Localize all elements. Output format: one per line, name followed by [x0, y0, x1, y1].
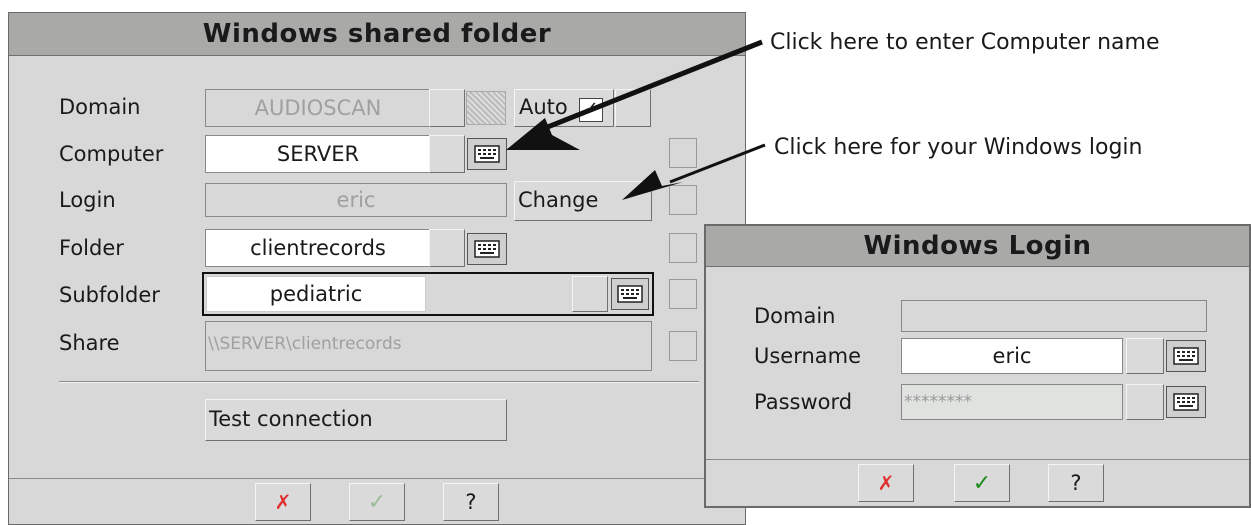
password-label: Password	[754, 390, 853, 414]
subfolder-status-box	[669, 279, 697, 309]
computer-status-box	[669, 138, 697, 168]
username-keyboard-icon[interactable]	[1166, 340, 1206, 372]
cancel-icon: ✗	[877, 471, 895, 495]
login-dialog-footer: ✗ ✓ ?	[706, 459, 1249, 506]
help-icon: ?	[465, 490, 477, 514]
folder-label: Folder	[59, 236, 124, 260]
login-help-button[interactable]: ?	[1048, 464, 1104, 502]
folder-field[interactable]: clientrecords	[205, 229, 431, 267]
login-ok-button[interactable]: ✓	[954, 464, 1010, 502]
auto-side-button	[615, 89, 651, 127]
domain-label: Domain	[59, 95, 141, 119]
domain-edit-button	[429, 89, 465, 127]
cancel-button[interactable]: ✗	[255, 483, 311, 521]
domain-keyboard-icon	[466, 91, 506, 125]
test-connection-label: Test connection	[209, 407, 373, 431]
shared-folder-dialog: Windows shared folder Domain AUDIOSCAN A…	[8, 12, 746, 525]
share-field: \\SERVER\clientrecords	[205, 321, 652, 371]
check-icon: ✓	[367, 490, 387, 515]
folder-status-box	[669, 233, 697, 263]
check-icon: ✓	[579, 98, 603, 122]
domain-field: AUDIOSCAN	[205, 89, 431, 127]
subfolder-field-extension	[426, 276, 572, 312]
username-label: Username	[754, 344, 862, 368]
username-edit-button[interactable]	[1126, 338, 1164, 374]
help-button[interactable]: ?	[443, 483, 499, 521]
login-label: Login	[59, 188, 116, 212]
folder-edit-button[interactable]	[429, 229, 465, 267]
login-field: eric	[205, 183, 507, 217]
share-label: Share	[59, 331, 120, 355]
change-button-label: Change	[518, 188, 599, 212]
computer-edit-button[interactable]	[429, 135, 465, 173]
separator	[59, 381, 699, 383]
subfolder-edit-button[interactable]	[572, 276, 608, 312]
dialog-footer: ✗ ✓ ?	[9, 478, 745, 524]
dialog-title-text: Windows shared folder	[202, 19, 552, 49]
login-status-box	[669, 185, 697, 215]
login-cancel-button[interactable]: ✗	[858, 464, 914, 502]
subfolder-keyboard-icon[interactable]	[611, 278, 649, 310]
test-connection-button[interactable]: Test connection	[205, 399, 507, 441]
annotation-computer-name: Click here to enter Computer name	[770, 30, 1160, 55]
password-field[interactable]: ********	[901, 384, 1123, 420]
ok-button[interactable]: ✓	[349, 483, 405, 521]
windows-login-dialog: Windows Login Domain Username eric Passw…	[704, 224, 1251, 508]
username-field[interactable]: eric	[901, 338, 1123, 374]
computer-label: Computer	[59, 142, 164, 166]
annotation-windows-login: Click here for your Windows login	[774, 135, 1143, 160]
login-domain-field	[901, 300, 1207, 332]
share-status-box	[669, 331, 697, 361]
cancel-icon: ✗	[274, 490, 292, 514]
auto-checkbox[interactable]: Auto ✓	[514, 89, 614, 127]
keyboard-icon[interactable]	[467, 138, 507, 170]
password-keyboard-icon[interactable]	[1166, 386, 1206, 418]
computer-field[interactable]: SERVER	[205, 135, 431, 173]
password-edit-button[interactable]	[1126, 384, 1164, 420]
login-dialog-title-text: Windows Login	[863, 231, 1092, 261]
auto-label: Auto	[519, 95, 568, 119]
change-button[interactable]: Change	[514, 181, 652, 221]
help-icon: ?	[1070, 471, 1082, 495]
check-icon: ✓	[972, 471, 992, 496]
login-dialog-title: Windows Login	[706, 226, 1249, 267]
dialog-title: Windows shared folder	[9, 13, 745, 56]
subfolder-field[interactable]: pediatric	[206, 276, 426, 312]
subfolder-label: Subfolder	[59, 283, 160, 307]
folder-keyboard-icon[interactable]	[467, 233, 507, 265]
login-domain-label: Domain	[754, 304, 836, 328]
